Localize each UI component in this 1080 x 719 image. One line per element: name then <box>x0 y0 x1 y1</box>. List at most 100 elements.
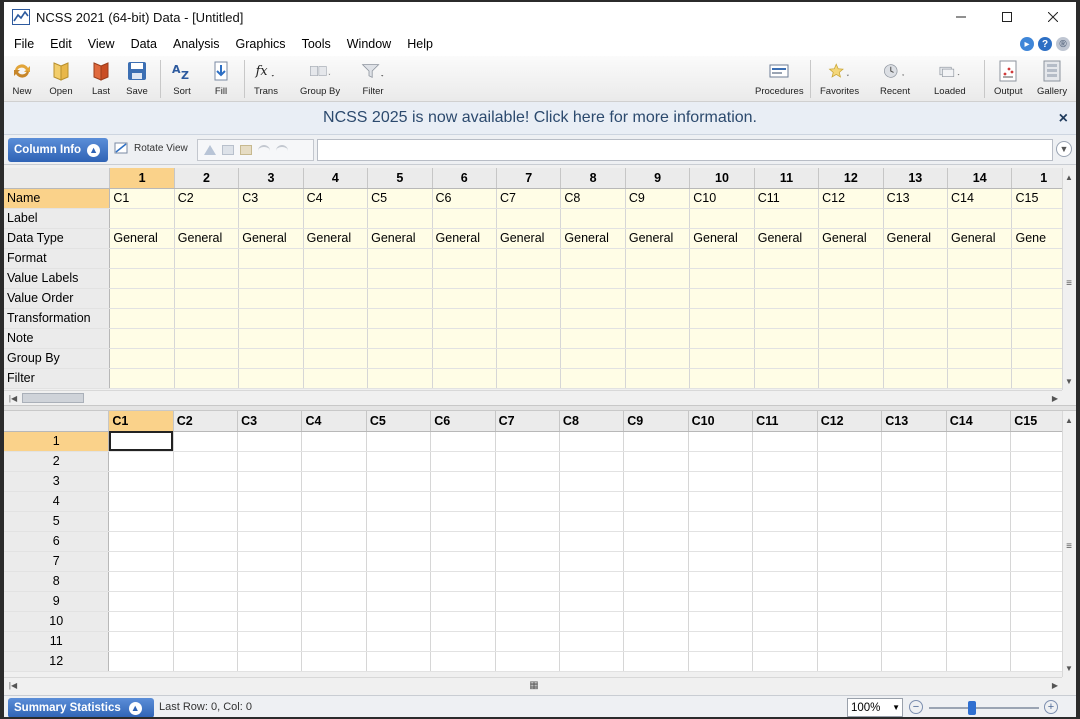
column-info-cell[interactable] <box>947 308 1013 329</box>
menu-window[interactable]: Window <box>340 37 398 51</box>
column-info-cell[interactable]: General <box>560 228 626 249</box>
column-info-cell[interactable] <box>883 328 949 349</box>
column-info-cell[interactable] <box>947 328 1013 349</box>
row-header[interactable]: 3 <box>4 471 110 492</box>
column-info-cell[interactable] <box>754 308 820 329</box>
recent-button[interactable]: Recent <box>880 58 910 97</box>
column-info-cell[interactable]: C6 <box>432 188 497 209</box>
column-header[interactable]: C13 <box>881 411 947 432</box>
column-info-cell[interactable] <box>367 348 433 369</box>
data-cell[interactable] <box>817 451 883 472</box>
data-cell[interactable] <box>688 471 754 492</box>
undo-icon[interactable] <box>258 145 270 155</box>
column-info-cell[interactable] <box>432 248 497 269</box>
filter-button[interactable]: Filter <box>361 58 385 97</box>
column-info-cell[interactable] <box>109 268 175 289</box>
data-cell[interactable] <box>752 491 818 512</box>
column-info-cell[interactable]: C13 <box>883 188 949 209</box>
data-cell[interactable] <box>881 511 947 532</box>
data-cell[interactable] <box>559 491 625 512</box>
menu-help[interactable]: Help <box>400 37 440 51</box>
column-info-cell[interactable]: General <box>174 228 240 249</box>
data-cell[interactable] <box>559 631 625 652</box>
data-cell[interactable] <box>752 591 818 612</box>
data-cell[interactable] <box>495 471 560 492</box>
formula-input[interactable] <box>317 139 1053 161</box>
row-header[interactable]: 12 <box>4 651 110 672</box>
data-cell[interactable] <box>237 591 303 612</box>
data-cell[interactable] <box>559 431 625 452</box>
column-info-cell[interactable] <box>432 288 497 309</box>
column-info-cell[interactable] <box>947 208 1013 229</box>
data-cell[interactable] <box>237 551 303 572</box>
column-info-cell[interactable] <box>625 288 691 309</box>
data-cell[interactable] <box>237 451 303 472</box>
column-info-cell[interactable] <box>754 328 820 349</box>
data-cell[interactable] <box>173 491 239 512</box>
data-cell[interactable] <box>173 651 239 672</box>
loaded-button[interactable]: Loaded <box>934 58 966 97</box>
data-cell[interactable] <box>301 451 367 472</box>
chevron-down-icon[interactable]: ▼ <box>1056 141 1072 157</box>
data-cell[interactable] <box>430 491 496 512</box>
column-info-cell[interactable]: General <box>303 228 369 249</box>
data-cell[interactable] <box>688 531 754 552</box>
column-info-cell[interactable] <box>818 368 884 389</box>
column-info-cell[interactable] <box>625 308 691 329</box>
procedures-button[interactable]: Procedures <box>755 58 804 97</box>
menu-analysis[interactable]: Analysis <box>166 37 227 51</box>
column-info-row-label[interactable]: Filter <box>4 368 111 389</box>
maximize-button[interactable] <box>984 2 1030 32</box>
redo-icon[interactable] <box>276 145 288 155</box>
data-cell[interactable] <box>108 651 174 672</box>
paste-icon[interactable] <box>240 145 252 155</box>
data-cell[interactable] <box>173 511 239 532</box>
data-cell[interactable] <box>430 591 496 612</box>
column-info-cell[interactable] <box>109 208 175 229</box>
row-header[interactable]: 11 <box>4 631 110 652</box>
data-cell[interactable] <box>688 651 754 672</box>
data-cell[interactable] <box>559 611 625 632</box>
data-cell[interactable] <box>817 651 883 672</box>
column-info-cell[interactable] <box>818 208 884 229</box>
column-info-cell[interactable]: General <box>496 228 562 249</box>
column-info-cell[interactable] <box>496 288 562 309</box>
column-header[interactable]: C4 <box>301 411 367 432</box>
info-icon[interactable]: ® <box>1056 37 1070 51</box>
row-header[interactable]: 10 <box>4 611 110 632</box>
column-info-cell[interactable]: General <box>754 228 820 249</box>
column-info-cell[interactable]: C14 <box>947 188 1013 209</box>
data-cell[interactable] <box>881 651 947 672</box>
new-button[interactable]: New <box>10 58 34 97</box>
data-cell[interactable] <box>881 551 947 572</box>
column-number-header[interactable]: 12 <box>818 168 884 189</box>
column-info-cell[interactable] <box>367 248 433 269</box>
column-info-cell[interactable] <box>689 368 755 389</box>
data-cell[interactable] <box>623 591 689 612</box>
data-cell[interactable] <box>108 551 174 572</box>
column-number-header[interactable]: 4 <box>303 168 369 189</box>
data-cell[interactable] <box>301 491 367 512</box>
column-info-cell[interactable] <box>883 288 949 309</box>
data-cell[interactable] <box>881 591 947 612</box>
banner-close-icon[interactable]: × <box>1059 110 1068 128</box>
column-number-header[interactable]: 8 <box>560 168 626 189</box>
column-info-cell[interactable] <box>625 348 691 369</box>
data-cell[interactable] <box>301 431 367 452</box>
scroll-right-icon[interactable]: ▶ <box>1048 391 1062 405</box>
data-cell[interactable] <box>688 631 754 652</box>
data-cell[interactable] <box>623 471 689 492</box>
column-info-row-label[interactable]: Value Order <box>4 288 111 309</box>
column-info-cell[interactable] <box>947 248 1013 269</box>
data-cell[interactable] <box>495 431 560 452</box>
row-header[interactable]: 1 <box>4 431 110 452</box>
data-cell[interactable] <box>495 451 560 472</box>
data-cell[interactable] <box>752 531 818 552</box>
data-cell[interactable] <box>108 571 174 592</box>
data-cell[interactable] <box>301 511 367 532</box>
column-info-cell[interactable] <box>303 268 369 289</box>
data-cell[interactable] <box>817 591 883 612</box>
column-info-cell[interactable]: C3 <box>238 188 304 209</box>
menu-file[interactable]: File <box>7 37 41 51</box>
data-cell[interactable] <box>366 531 432 552</box>
